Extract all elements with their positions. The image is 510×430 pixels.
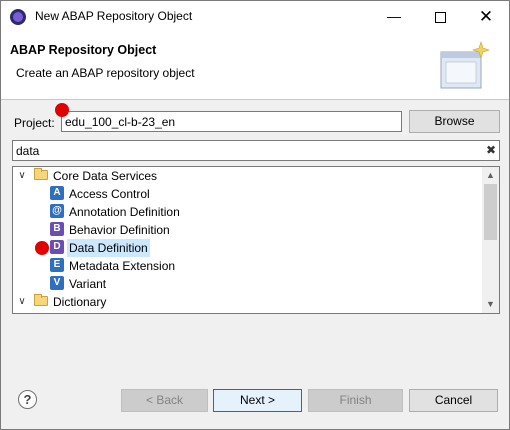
header-title: ABAP Repository Object [10, 43, 157, 57]
object-type-tree[interactable]: ∨ Core Data Services A Access Control @ … [12, 166, 500, 314]
maximize-icon[interactable] [417, 1, 463, 32]
scrollbar-thumb[interactable] [484, 184, 497, 240]
header-description: Create an ABAP repository object [16, 66, 195, 80]
cancel-button[interactable]: Cancel [409, 389, 498, 412]
eclipse-app-icon [10, 9, 26, 25]
minimize-icon[interactable]: — [371, 1, 417, 32]
tree-item-access-control[interactable]: A Access Control [13, 185, 483, 203]
tree-group-label: Dictionary [53, 295, 107, 309]
scroll-up-icon[interactable]: ▲ [482, 167, 499, 184]
tree-item-metadata-extension[interactable]: E Metadata Extension [13, 257, 483, 275]
browse-button[interactable]: Browse [409, 110, 500, 133]
folder-icon [34, 294, 48, 306]
tree-item-behavior-definition[interactable]: B Behavior Definition [13, 221, 483, 239]
tree-item-label: Metadata Extension [69, 259, 176, 273]
project-field[interactable] [61, 111, 402, 132]
folder-icon [34, 168, 48, 180]
tree-group-core-data-services[interactable]: ∨ Core Data Services [13, 167, 483, 185]
annotation-definition-icon: @ [50, 204, 64, 218]
tree-group-label: Core Data Services [53, 169, 158, 183]
finish-button[interactable]: Finish [308, 389, 403, 412]
tree-item-label: Behavior Definition [69, 223, 170, 237]
tree-item-data-definition[interactable]: D Data Definition [13, 239, 483, 257]
tree-group-dictionary[interactable]: ∨ Dictionary [13, 293, 483, 311]
next-button[interactable]: Next > [213, 389, 302, 412]
behavior-definition-icon: B [50, 222, 64, 236]
button-bar: ? < Back Next > Finish Cancel [1, 377, 509, 429]
tree-item-label: Annotation Definition [69, 205, 180, 219]
wizard-header: ABAP Repository Object Create an ABAP re… [1, 32, 509, 100]
tree-item-label: Data Definition [67, 239, 150, 257]
annotation-marker-project [55, 103, 69, 117]
tree-item-variant[interactable]: V Variant [13, 275, 483, 293]
close-icon[interactable]: ✕ [463, 1, 509, 32]
wizard-banner-icon [440, 41, 489, 89]
annotation-marker-data-definition [35, 241, 49, 255]
metadata-extension-icon: E [50, 258, 64, 272]
variant-icon: V [50, 276, 64, 290]
back-button[interactable]: < Back [121, 389, 208, 412]
scroll-down-icon[interactable]: ▼ [482, 296, 499, 313]
data-definition-icon: D [50, 240, 64, 254]
access-control-icon: A [50, 186, 64, 200]
tree-vertical-scrollbar[interactable]: ▲ ▼ [482, 167, 499, 313]
tree-item-label: Variant [69, 277, 107, 291]
new-abap-repository-object-dialog: New ABAP Repository Object — ✕ ABAP Repo… [0, 0, 510, 430]
clear-filter-icon[interactable]: ✖ [484, 142, 498, 158]
tree-item-annotation-definition[interactable]: @ Annotation Definition [13, 203, 483, 221]
chevron-down-icon[interactable]: ∨ [17, 167, 27, 185]
help-icon[interactable]: ? [18, 390, 37, 409]
tree-item-label: Access Control [69, 187, 150, 201]
filter-input[interactable] [12, 140, 500, 161]
title-bar[interactable]: New ABAP Repository Object — ✕ [1, 1, 509, 32]
chevron-down-icon[interactable]: ∨ [17, 293, 27, 311]
window-title: New ABAP Repository Object [35, 9, 193, 23]
project-label: Project: [14, 116, 55, 130]
